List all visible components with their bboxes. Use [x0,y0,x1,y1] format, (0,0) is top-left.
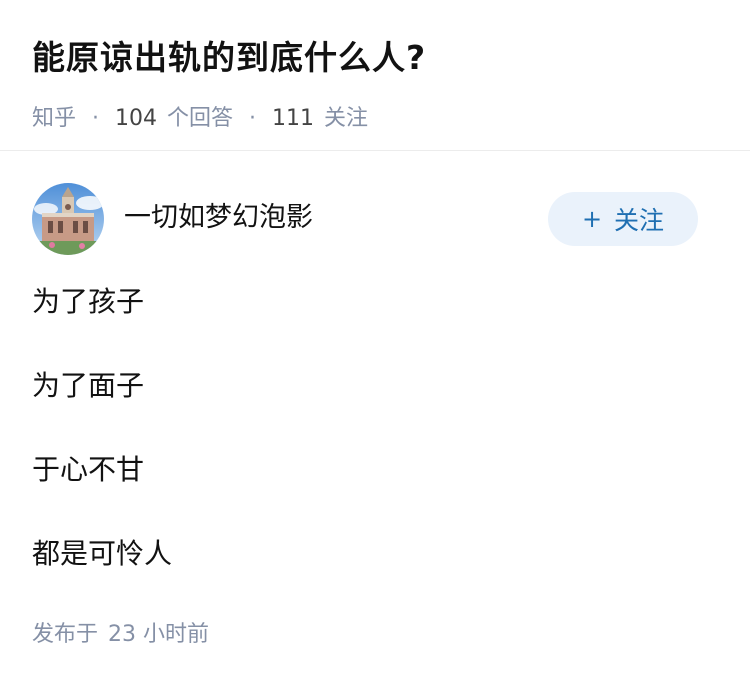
author-name[interactable]: 一切如梦幻泡影 [124,199,313,237]
answer-line: 为了孩子 [32,285,145,318]
follower-count-label[interactable]: 关注 [324,104,368,134]
source-label[interactable]: 知乎 [32,104,76,134]
answer-line: 都是可怜人 [32,537,173,570]
author-row: 一切如梦幻泡影 + 关注 [32,183,698,257]
follower-count[interactable]: 111 [272,104,314,134]
answer-line: 于心不甘 [32,453,145,486]
publish-time[interactable]: 发布于 23 小时前 [32,620,209,650]
plus-icon: + [581,205,603,233]
church-photo-avatar[interactable] [32,183,104,255]
publish-prefix: 发布于 [32,622,99,647]
answer-count[interactable]: 104 [115,104,157,134]
answer-count-label[interactable]: 个回答 [167,104,233,134]
header-divider [0,150,750,151]
meta-separator: · [249,106,257,131]
answer-content[interactable]: 为了孩子 为了面子 于心不甘 都是可怜人 [32,280,712,616]
question-meta: 知乎 · 104 个回答 · 111 关注 [32,104,722,134]
question-header: 能原谅出轨的到底什么人? 知乎 · 104 个回答 · 111 关注 [32,34,722,134]
follow-author-button[interactable]: + 关注 [548,192,698,246]
answer-line: 为了面子 [32,369,145,402]
zhihu-answer-page: 能原谅出轨的到底什么人? 知乎 · 104 个回答 · 111 关注 一切如梦幻… [0,0,750,686]
follow-button-label: 关注 [614,206,665,235]
avatar-image [32,183,104,255]
publish-time-value: 23 小时前 [108,622,210,647]
meta-separator: · [92,106,100,131]
question-title[interactable]: 能原谅出轨的到底什么人? [32,34,722,82]
